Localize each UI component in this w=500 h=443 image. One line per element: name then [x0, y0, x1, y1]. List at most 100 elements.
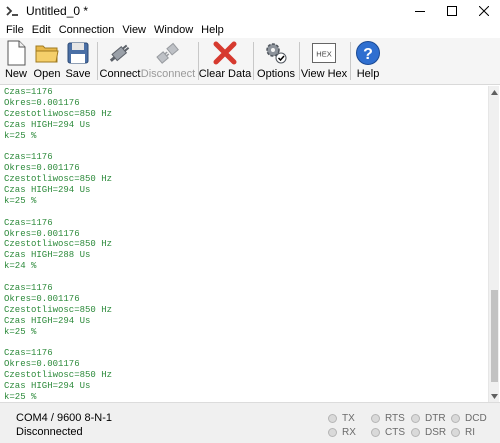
title-bar: Untitled_0 *	[0, 0, 500, 22]
rts-led-icon	[371, 414, 380, 423]
menu-edit[interactable]: Edit	[28, 22, 55, 38]
terminal-line: Czas=1176	[4, 152, 53, 163]
connect-label: Connect	[99, 68, 141, 80]
help-question-icon: ?	[355, 40, 381, 66]
terminal-line: Czas=1176	[4, 87, 53, 97]
terminal-line: Okres=0.001176	[4, 293, 80, 304]
view-hex-button[interactable]: HEX View Hex	[301, 40, 347, 82]
terminal-line: Czas HIGH=294 Us	[4, 381, 91, 392]
menu-view[interactable]: View	[118, 22, 150, 38]
options-label: Options	[257, 68, 295, 80]
cts-indicator: CTS	[371, 427, 405, 438]
ri-indicator: RI	[451, 427, 475, 438]
tx-indicator: TX	[328, 413, 355, 424]
toolbar-separator	[350, 42, 351, 80]
rx-indicator: RX	[328, 427, 356, 438]
close-button[interactable]	[468, 0, 500, 22]
help-label: Help	[356, 68, 380, 80]
ri-led-icon	[451, 428, 460, 437]
scrollbar-thumb[interactable]	[491, 290, 498, 382]
new-document-icon	[3, 40, 29, 66]
save-button[interactable]: Save	[65, 40, 91, 82]
view-hex-label: View Hex	[300, 68, 348, 80]
toolbar: New Open Save Connect Disconnect Clear D…	[0, 38, 500, 85]
port-settings-text: COM4 / 9600 8-N-1	[16, 412, 112, 424]
app-icon	[5, 3, 21, 19]
minimize-button[interactable]	[404, 0, 436, 22]
menu-connection[interactable]: Connection	[55, 22, 119, 38]
svg-text:?: ?	[363, 46, 373, 63]
dcd-indicator: DCD	[451, 413, 487, 424]
folder-icon	[34, 40, 60, 66]
terminal-line: Czas=1176	[4, 283, 53, 294]
menu-help[interactable]: Help	[197, 22, 228, 38]
toolbar-separator	[253, 42, 254, 80]
dcd-label: DCD	[465, 413, 487, 424]
dtr-label: DTR	[425, 413, 446, 424]
terminal-line: Czas=1176	[4, 348, 53, 359]
status-bar: COM4 / 9600 8-N-1 Disconnected TX RX RTS…	[0, 402, 500, 443]
menu-bar: File Edit Connection View Window Help	[0, 22, 500, 38]
terminal-line: k=24 %	[4, 261, 37, 272]
clear-data-button[interactable]: Clear Data	[199, 40, 251, 82]
rts-label: RTS	[385, 413, 405, 424]
rx-label: RX	[342, 427, 356, 438]
toolbar-separator	[299, 42, 300, 80]
unplug-icon	[155, 40, 181, 66]
connect-button[interactable]: Connect	[99, 40, 141, 82]
tx-label: TX	[342, 413, 355, 424]
options-button[interactable]: Options	[257, 40, 295, 82]
terminal-line: k=25 %	[4, 326, 37, 337]
disconnect-label: Disconnect	[140, 68, 196, 80]
save-label: Save	[65, 68, 91, 80]
terminal-line: k=25 %	[4, 195, 37, 206]
vertical-scrollbar[interactable]	[488, 86, 499, 402]
cts-led-icon	[371, 428, 380, 437]
terminal-line: Czas HIGH=294 Us	[4, 185, 91, 196]
disconnect-button[interactable]: Disconnect	[141, 40, 195, 82]
terminal-line: k=25 %	[4, 391, 37, 402]
terminal-line: Czas=1176	[4, 217, 53, 228]
menu-window[interactable]: Window	[150, 22, 197, 38]
plug-icon	[107, 40, 133, 66]
gears-icon	[263, 40, 289, 66]
terminal-line: Okres=0.001176	[4, 228, 80, 239]
scroll-up-arrow-icon[interactable]	[489, 86, 500, 98]
dsr-led-icon	[411, 428, 420, 437]
floppy-disk-icon	[65, 40, 91, 66]
terminal-line: Czas HIGH=294 Us	[4, 315, 91, 326]
hex-icon-text: HEX	[316, 50, 331, 59]
dtr-indicator: DTR	[411, 413, 446, 424]
terminal-line: Okres=0.001176	[4, 163, 80, 174]
terminal-line: Okres=0.001176	[4, 359, 80, 370]
clear-data-label: Clear Data	[198, 68, 252, 80]
terminal-line: Czestotliwosc=850 Hz	[4, 174, 113, 185]
tx-led-icon	[328, 414, 337, 423]
help-button[interactable]: ? Help	[355, 40, 381, 82]
terminal-line: Czestotliwosc=850 Hz	[4, 108, 113, 119]
terminal-line: Czestotliwosc=850 Hz	[4, 370, 113, 381]
terminal-line: Czas HIGH=288 Us	[4, 250, 91, 261]
terminal-line: Czas HIGH=294 Us	[4, 119, 91, 130]
dcd-led-icon	[451, 414, 460, 423]
dsr-indicator: DSR	[411, 427, 446, 438]
scroll-down-arrow-icon[interactable]	[489, 390, 500, 402]
open-label: Open	[33, 68, 61, 80]
new-button[interactable]: New	[3, 40, 29, 82]
terminal-line: k=25 %	[4, 130, 37, 141]
terminal-line: Czestotliwosc=850 Hz	[4, 239, 113, 250]
terminal-output[interactable]: Czas=1176 Okres=0.001176 Czestotliwosc=850…	[1, 86, 487, 402]
terminal-line: Okres=0.001176	[4, 97, 80, 108]
maximize-button[interactable]	[436, 0, 468, 22]
open-button[interactable]: Open	[34, 40, 60, 82]
dtr-led-icon	[411, 414, 420, 423]
menu-file[interactable]: File	[2, 22, 28, 38]
cts-label: CTS	[385, 427, 405, 438]
connection-status-text: Disconnected	[16, 426, 83, 438]
toolbar-separator	[97, 42, 98, 80]
rx-led-icon	[328, 428, 337, 437]
